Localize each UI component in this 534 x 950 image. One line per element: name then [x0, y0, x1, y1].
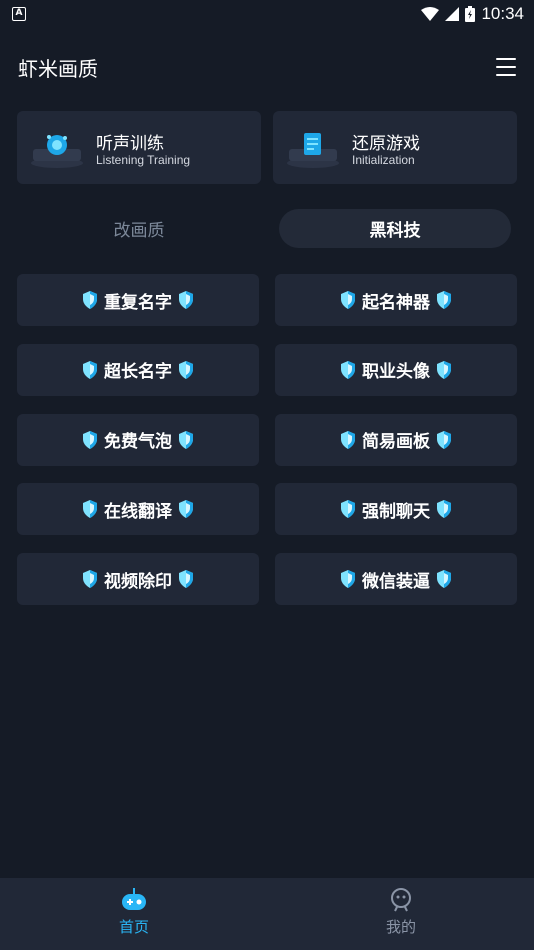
- nav-label: 我的: [385, 918, 416, 936]
- tool-button[interactable]: 免费气泡: [17, 413, 259, 466]
- card-title: 听声训练: [96, 134, 164, 154]
- tool-label: 强制聊天: [362, 501, 430, 522]
- nav-mine[interactable]: 我的: [341, 886, 461, 937]
- shield-icon: [341, 291, 355, 309]
- shield-icon: [437, 291, 451, 309]
- shield-icon: [83, 500, 97, 519]
- shield-icon: [179, 291, 193, 309]
- tool-button[interactable]: 重复名字: [17, 274, 259, 326]
- tool-label: 视频除印: [104, 571, 172, 592]
- tool-button[interactable]: 视频除印: [17, 553, 259, 605]
- tool-button[interactable]: 起名神器: [275, 274, 517, 326]
- tool-label: 免费气泡: [104, 432, 172, 452]
- app-header: 虾米画质: [18, 50, 516, 84]
- nav-home[interactable]: 首页: [74, 886, 194, 937]
- gamepad-icon: [122, 888, 146, 910]
- shield-icon: [341, 500, 355, 519]
- tool-button[interactable]: 职业头像: [275, 343, 517, 396]
- shield-icon: [437, 500, 451, 519]
- signal-icon: [445, 7, 460, 21]
- tool-label: 在线翻译: [104, 501, 172, 522]
- initialization-card[interactable]: 还原游戏 Initialization: [273, 111, 517, 184]
- tool-label: 超长名字: [104, 362, 172, 383]
- shield-icon: [437, 360, 451, 379]
- wifi-icon: [421, 7, 440, 21]
- document-reset-icon: [287, 133, 339, 168]
- app-title: 虾米画质: [18, 56, 98, 81]
- status-indicators: 10:34: [421, 4, 524, 24]
- tool-button[interactable]: 简易画板: [275, 413, 517, 466]
- shield-icon: [341, 360, 355, 379]
- listening-training-icon: [31, 135, 83, 168]
- battery-icon: [465, 6, 476, 22]
- shield-icon: [437, 430, 451, 449]
- tab-black-tech[interactable]: 黑科技: [279, 209, 511, 248]
- tool-button[interactable]: 微信装逼: [275, 553, 517, 605]
- clock: 10:34: [481, 4, 524, 23]
- card-subtitle: Initialization: [352, 153, 415, 167]
- shield-icon: [341, 570, 355, 588]
- tool-button[interactable]: 在线翻译: [17, 483, 259, 536]
- tool-label: 职业头像: [362, 362, 430, 383]
- shield-icon: [179, 500, 193, 519]
- notification-icon: A: [12, 7, 26, 21]
- shield-icon: [83, 291, 97, 309]
- shield-icon: [179, 570, 193, 588]
- tool-button[interactable]: 强制聊天: [275, 483, 517, 536]
- tool-label: 微信装逼: [362, 571, 430, 592]
- shield-icon: [341, 430, 355, 449]
- card-subtitle: Listening Training: [96, 153, 191, 167]
- shield-icon: [179, 360, 193, 379]
- card-title: 还原游戏: [352, 134, 420, 154]
- shield-icon: [437, 570, 451, 588]
- shield-icon: [83, 570, 97, 588]
- listening-training-card[interactable]: 听声训练 Listening Training: [17, 111, 261, 184]
- tab-improve-quality[interactable]: 改画质: [17, 209, 261, 248]
- tool-button[interactable]: 超长名字: [17, 343, 259, 396]
- menu-icon[interactable]: [496, 58, 516, 76]
- shield-icon: [83, 360, 97, 379]
- shield-icon: [179, 430, 193, 449]
- user-icon: [391, 888, 411, 912]
- bottom-nav: 首页 我的: [0, 878, 534, 950]
- tool-label: 重复名字: [104, 292, 172, 313]
- tool-label: 起名神器: [362, 292, 430, 313]
- tool-label: 简易画板: [362, 432, 430, 452]
- status-bar: A 10:34: [0, 0, 534, 28]
- nav-label: 首页: [118, 918, 149, 936]
- shield-icon: [83, 430, 97, 449]
